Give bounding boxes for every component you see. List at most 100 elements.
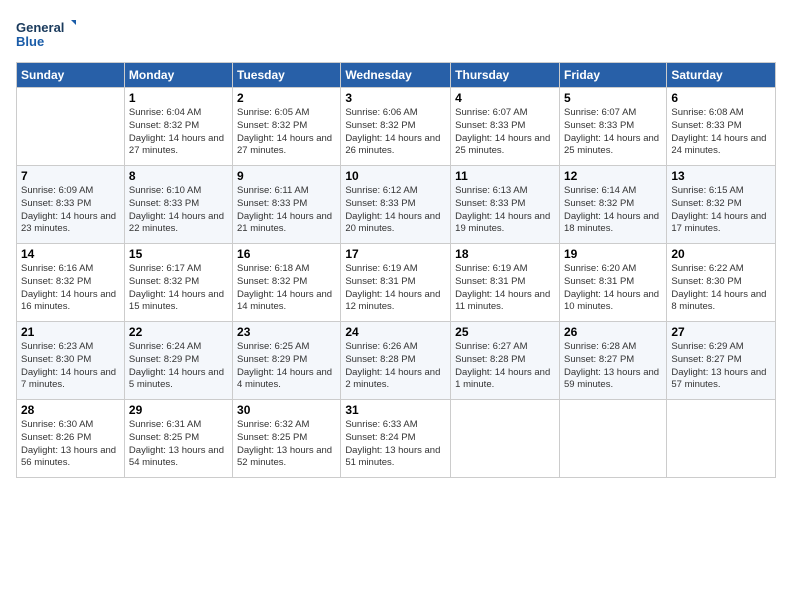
day-info: Sunrise: 6:08 AM Sunset: 8:33 PM Dayligh… [671, 107, 771, 158]
day-info: Sunrise: 6:26 AM Sunset: 8:28 PM Dayligh… [345, 341, 446, 392]
day-number: 2 [237, 91, 336, 105]
calendar-cell: 13Sunrise: 6:15 AM Sunset: 8:32 PM Dayli… [667, 166, 776, 244]
day-info: Sunrise: 6:06 AM Sunset: 8:32 PM Dayligh… [345, 107, 446, 158]
calendar-cell: 22 Sunrise: 6:24 AM Sunset: 8:29 PM Dayli… [124, 322, 232, 400]
calendar-cell: 8Sunrise: 6:10 AM Sunset: 8:33 PM Daylig… [124, 166, 232, 244]
calendar-cell: 10 Sunrise: 6:12 AM Sunset: 8:33 PM Dayli… [341, 166, 451, 244]
calendar-cell: 18 Sunrise: 6:19 AM Sunset: 8:31 PM Dayli… [451, 244, 560, 322]
day-number: 12 [564, 169, 662, 183]
calendar-cell: 31Sunrise: 6:33 AM Sunset: 8:24 PM Dayli… [341, 400, 451, 478]
calendar-cell: 11 Sunrise: 6:13 AM Sunset: 8:33 PM Dayli… [451, 166, 560, 244]
col-header-tuesday: Tuesday [233, 63, 341, 88]
day-number: 19 [564, 247, 662, 261]
day-number: 18 [455, 247, 555, 261]
calendar-cell: 27 Sunrise: 6:29 AM Sunset: 8:27 PM Dayli… [667, 322, 776, 400]
day-number: 6 [671, 91, 771, 105]
day-info: Sunrise: 6:29 AM Sunset: 8:27 PM Dayligh… [671, 341, 771, 392]
svg-text:General: General [16, 20, 64, 35]
calendar-cell: 1 Sunrise: 6:04 AM Sunset: 8:32 PM Daylig… [124, 88, 232, 166]
day-info: Sunrise: 6:33 AM Sunset: 8:24 PM Dayligh… [345, 419, 446, 470]
week-row-2: 7 Sunrise: 6:09 AM Sunset: 8:33 PM Daylig… [17, 166, 776, 244]
page-container: General Blue SundayMondayTuesdayWednesda… [0, 0, 792, 486]
day-info: Sunrise: 6:30 AM Sunset: 8:26 PM Dayligh… [21, 419, 120, 470]
day-number: 22 [129, 325, 228, 339]
day-info: Sunrise: 6:05 AM Sunset: 8:32 PM Dayligh… [237, 107, 336, 158]
day-info: Sunrise: 6:19 AM Sunset: 8:31 PM Dayligh… [345, 263, 446, 314]
day-info: Sunrise: 6:19 AM Sunset: 8:31 PM Dayligh… [455, 263, 555, 314]
calendar-cell: 30 Sunrise: 6:32 AM Sunset: 8:25 PM Dayli… [233, 400, 341, 478]
week-row-4: 21 Sunrise: 6:23 AM Sunset: 8:30 PM Dayli… [17, 322, 776, 400]
day-number: 17 [345, 247, 446, 261]
calendar-cell: 14 Sunrise: 6:16 AM Sunset: 8:32 PM Dayli… [17, 244, 125, 322]
header-row: SundayMondayTuesdayWednesdayThursdayFrid… [17, 63, 776, 88]
week-row-1: 1 Sunrise: 6:04 AM Sunset: 8:32 PM Daylig… [17, 88, 776, 166]
calendar-cell: 5 Sunrise: 6:07 AM Sunset: 8:33 PM Daylig… [559, 88, 666, 166]
day-number: 25 [455, 325, 555, 339]
day-number: 9 [237, 169, 336, 183]
day-info: Sunrise: 6:13 AM Sunset: 8:33 PM Dayligh… [455, 185, 555, 236]
col-header-friday: Friday [559, 63, 666, 88]
day-number: 20 [671, 247, 771, 261]
day-number: 23 [237, 325, 336, 339]
calendar-cell: 3 Sunrise: 6:06 AM Sunset: 8:32 PM Daylig… [341, 88, 451, 166]
day-info: Sunrise: 6:11 AM Sunset: 8:33 PM Dayligh… [237, 185, 336, 236]
day-info: Sunrise: 6:18 AM Sunset: 8:32 PM Dayligh… [237, 263, 336, 314]
day-number: 11 [455, 169, 555, 183]
calendar-cell: 28 Sunrise: 6:30 AM Sunset: 8:26 PM Dayli… [17, 400, 125, 478]
day-info: Sunrise: 6:28 AM Sunset: 8:27 PM Dayligh… [564, 341, 662, 392]
col-header-wednesday: Wednesday [341, 63, 451, 88]
day-info: Sunrise: 6:24 AM Sunset: 8:29 PM Dayligh… [129, 341, 228, 392]
day-number: 30 [237, 403, 336, 417]
calendar-cell: 24 Sunrise: 6:26 AM Sunset: 8:28 PM Dayli… [341, 322, 451, 400]
calendar-cell: 21 Sunrise: 6:23 AM Sunset: 8:30 PM Dayli… [17, 322, 125, 400]
calendar-cell: 15 Sunrise: 6:17 AM Sunset: 8:32 PM Dayli… [124, 244, 232, 322]
day-info: Sunrise: 6:32 AM Sunset: 8:25 PM Dayligh… [237, 419, 336, 470]
calendar-cell: 25Sunrise: 6:27 AM Sunset: 8:28 PM Dayli… [451, 322, 560, 400]
day-info: Sunrise: 6:23 AM Sunset: 8:30 PM Dayligh… [21, 341, 120, 392]
day-number: 5 [564, 91, 662, 105]
calendar-cell: 4Sunrise: 6:07 AM Sunset: 8:33 PM Daylig… [451, 88, 560, 166]
day-number: 3 [345, 91, 446, 105]
day-info: Sunrise: 6:20 AM Sunset: 8:31 PM Dayligh… [564, 263, 662, 314]
calendar-cell: 26 Sunrise: 6:28 AM Sunset: 8:27 PM Dayli… [559, 322, 666, 400]
col-header-sunday: Sunday [17, 63, 125, 88]
day-info: Sunrise: 6:07 AM Sunset: 8:33 PM Dayligh… [564, 107, 662, 158]
calendar-cell: 29Sunrise: 6:31 AM Sunset: 8:25 PM Dayli… [124, 400, 232, 478]
day-number: 7 [21, 169, 120, 183]
day-number: 10 [345, 169, 446, 183]
calendar-table: SundayMondayTuesdayWednesdayThursdayFrid… [16, 62, 776, 478]
calendar-cell: 19 Sunrise: 6:20 AM Sunset: 8:31 PM Dayli… [559, 244, 666, 322]
calendar-cell [17, 88, 125, 166]
col-header-monday: Monday [124, 63, 232, 88]
calendar-cell [559, 400, 666, 478]
day-info: Sunrise: 6:16 AM Sunset: 8:32 PM Dayligh… [21, 263, 120, 314]
header: General Blue [16, 16, 776, 52]
day-number: 16 [237, 247, 336, 261]
calendar-cell [667, 400, 776, 478]
day-number: 28 [21, 403, 120, 417]
day-number: 15 [129, 247, 228, 261]
day-number: 14 [21, 247, 120, 261]
day-info: Sunrise: 6:09 AM Sunset: 8:33 PM Dayligh… [21, 185, 120, 236]
calendar-cell [451, 400, 560, 478]
day-info: Sunrise: 6:10 AM Sunset: 8:33 PM Dayligh… [129, 185, 228, 236]
day-number: 26 [564, 325, 662, 339]
day-info: Sunrise: 6:12 AM Sunset: 8:33 PM Dayligh… [345, 185, 446, 236]
calendar-cell: 16 Sunrise: 6:18 AM Sunset: 8:32 PM Dayli… [233, 244, 341, 322]
day-number: 1 [129, 91, 228, 105]
day-number: 27 [671, 325, 771, 339]
day-number: 21 [21, 325, 120, 339]
day-number: 29 [129, 403, 228, 417]
svg-text:Blue: Blue [16, 34, 44, 49]
logo-svg: General Blue [16, 16, 76, 52]
day-number: 24 [345, 325, 446, 339]
day-info: Sunrise: 6:15 AM Sunset: 8:32 PM Dayligh… [671, 185, 771, 236]
day-info: Sunrise: 6:04 AM Sunset: 8:32 PM Dayligh… [129, 107, 228, 158]
calendar-cell: 9 Sunrise: 6:11 AM Sunset: 8:33 PM Daylig… [233, 166, 341, 244]
calendar-cell: 17 Sunrise: 6:19 AM Sunset: 8:31 PM Dayli… [341, 244, 451, 322]
col-header-saturday: Saturday [667, 63, 776, 88]
col-header-thursday: Thursday [451, 63, 560, 88]
calendar-cell: 20Sunrise: 6:22 AM Sunset: 8:30 PM Dayli… [667, 244, 776, 322]
day-info: Sunrise: 6:14 AM Sunset: 8:32 PM Dayligh… [564, 185, 662, 236]
day-info: Sunrise: 6:17 AM Sunset: 8:32 PM Dayligh… [129, 263, 228, 314]
